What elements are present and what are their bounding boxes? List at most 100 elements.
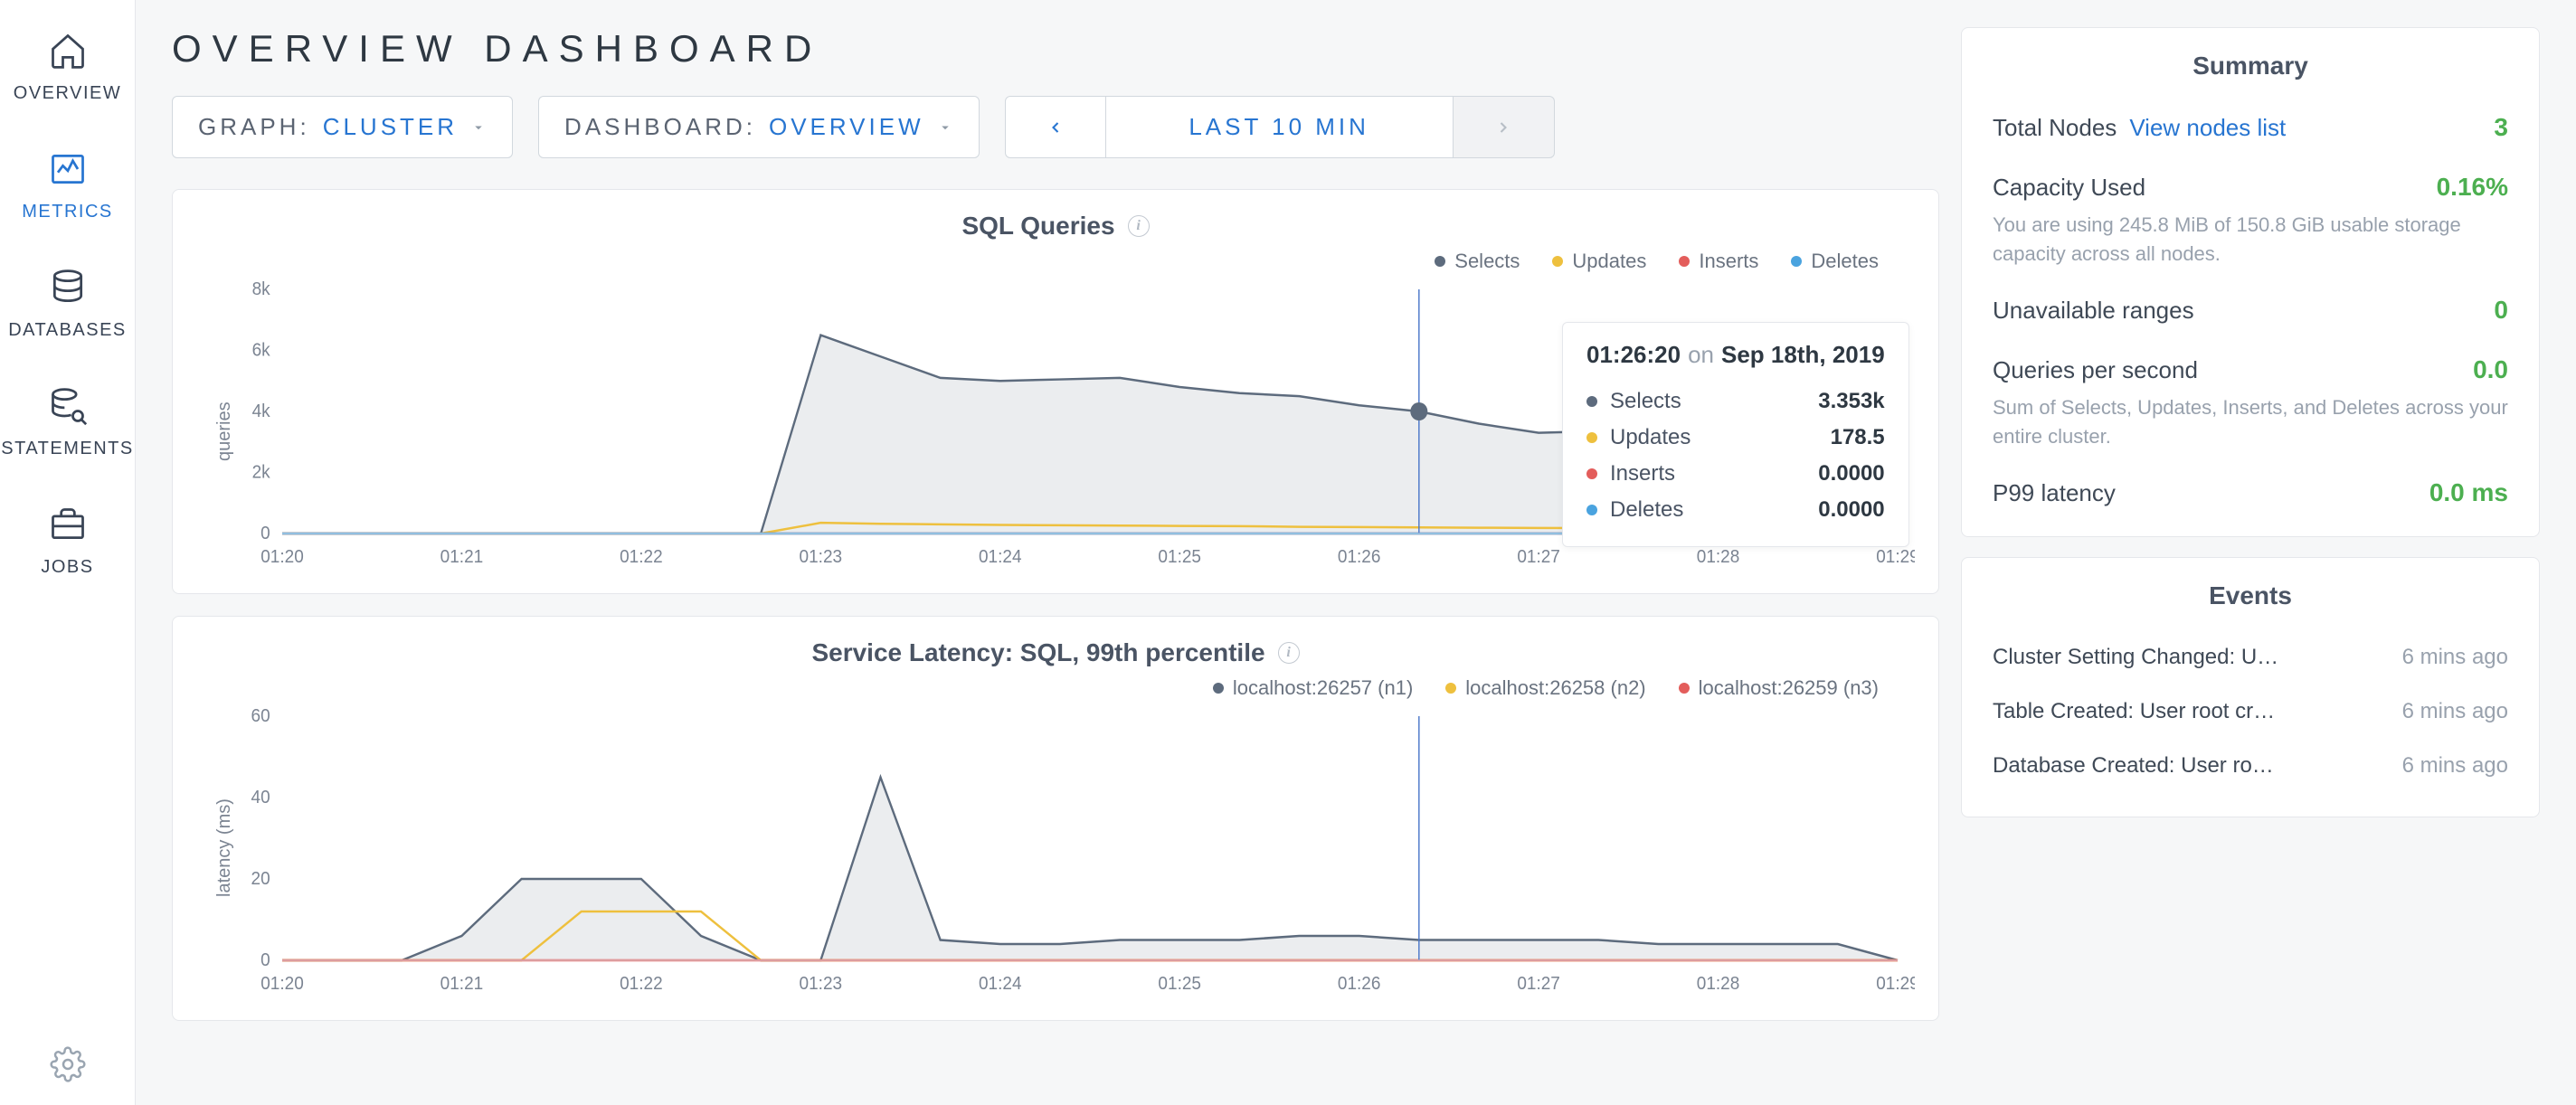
legend-item-updates[interactable]: Updates (1552, 250, 1646, 273)
summary-title: Summary (1993, 52, 2508, 80)
chevron-down-icon (470, 119, 487, 136)
svg-text:40: 40 (251, 788, 270, 808)
tooltip-on: on (1688, 341, 1714, 369)
events-card: Events Cluster Setting Changed: U… 6 min… (1961, 557, 2540, 817)
time-next-button (1454, 96, 1555, 158)
tooltip-time: 01:26:20 (1586, 341, 1681, 369)
chart2-area[interactable]: latency (ms) 020406001:2001:2101:2201:23… (196, 707, 1915, 1002)
total-nodes-value: 3 (2494, 113, 2508, 142)
chart-title: SQL Queries i (196, 212, 1915, 241)
statements-icon (48, 386, 88, 426)
chart1-legend: Selects Updates Inserts Deletes (196, 250, 1915, 273)
svg-text:01:28: 01:28 (1697, 547, 1740, 568)
svg-text:01:24: 01:24 (979, 974, 1022, 995)
svg-text:01:26: 01:26 (1338, 547, 1381, 568)
legend-item-deletes[interactable]: Deletes (1791, 250, 1879, 273)
graph-value: CLUSTER (323, 113, 458, 141)
legend-item-inserts[interactable]: Inserts (1679, 250, 1758, 273)
svg-text:0: 0 (260, 950, 270, 971)
summary-card: Summary Total Nodes View nodes list 3 Ca… (1961, 27, 2540, 537)
tooltip-date: Sep 18th, 2019 (1721, 341, 1885, 369)
sidebar-item-statements[interactable]: STATEMENTS (0, 364, 135, 483)
chevron-left-icon (1046, 118, 1065, 137)
database-icon (48, 268, 88, 307)
event-row[interactable]: Cluster Setting Changed: U… 6 mins ago (1993, 630, 2508, 685)
event-row[interactable]: Table Created: User root cr… 6 mins ago (1993, 685, 2508, 739)
sidebar-label: DATABASES (8, 320, 127, 341)
capacity-value: 0.16% (2437, 173, 2508, 202)
p99-label: P99 latency (1993, 479, 2116, 507)
svg-text:01:29: 01:29 (1876, 974, 1915, 995)
svg-text:4k: 4k (252, 401, 270, 422)
legend-item-n2[interactable]: localhost:26258 (n2) (1445, 676, 1645, 700)
svg-text:0: 0 (260, 524, 270, 544)
info-icon[interactable]: i (1278, 642, 1300, 664)
svg-text:01:23: 01:23 (800, 547, 843, 568)
chart-title-text: Service Latency: SQL, 99th percentile (811, 638, 1264, 667)
view-nodes-link[interactable]: View nodes list (2129, 114, 2286, 142)
svg-text:01:25: 01:25 (1158, 547, 1201, 568)
svg-text:20: 20 (251, 869, 270, 890)
svg-text:01:28: 01:28 (1697, 974, 1740, 995)
svg-text:01:27: 01:27 (1517, 547, 1560, 568)
sidebar-label: STATEMENTS (1, 439, 133, 459)
graph-dropdown[interactable]: GRAPH: CLUSTER (172, 96, 513, 158)
sidebar-label: METRICS (22, 202, 113, 222)
sidebar-item-jobs[interactable]: JOBS (0, 483, 135, 601)
qps-sub: Sum of Selects, Updates, Inserts, and De… (1993, 393, 2508, 451)
qps-label: Queries per second (1993, 356, 2198, 384)
capacity-sub: You are using 245.8 MiB of 150.8 GiB usa… (1993, 211, 2508, 269)
gear-icon[interactable] (50, 1046, 86, 1082)
page-title: OVERVIEW DASHBOARD (172, 27, 1939, 71)
latency-panel: Service Latency: SQL, 99th percentile i … (172, 616, 1939, 1021)
svg-text:01:24: 01:24 (979, 547, 1022, 568)
legend-item-n3[interactable]: localhost:26259 (n3) (1679, 676, 1879, 700)
legend-item-n1[interactable]: localhost:26257 (n1) (1213, 676, 1413, 700)
chart-tooltip: 01:26:20 on Sep 18th, 2019 Selects3.353k… (1562, 322, 1909, 547)
svg-text:01:20: 01:20 (260, 974, 304, 995)
dashboard-prefix: DASHBOARD: (564, 113, 756, 141)
tooltip-row: Updates178.5 (1586, 420, 1885, 456)
svg-text:01:21: 01:21 (440, 974, 484, 995)
svg-text:01:26: 01:26 (1338, 974, 1381, 995)
tooltip-row: Selects3.353k (1586, 383, 1885, 420)
time-range-button[interactable]: LAST 10 MIN (1106, 96, 1454, 158)
jobs-icon (48, 505, 88, 544)
p99-value: 0.0 ms (2429, 478, 2508, 507)
chevron-right-icon (1494, 118, 1512, 137)
home-icon (48, 31, 88, 71)
time-prev-button[interactable] (1005, 96, 1106, 158)
chart1-area[interactable]: queries 02k4k6k8k01:2001:2101:2201:2301:… (196, 280, 1915, 575)
dashboard-value: OVERVIEW (769, 113, 924, 141)
unavail-label: Unavailable ranges (1993, 297, 2194, 325)
total-nodes-label: Total Nodes (1993, 114, 2117, 142)
chart2-legend: localhost:26257 (n1) localhost:26258 (n2… (196, 676, 1915, 700)
sidebar-item-metrics[interactable]: METRICS (0, 128, 135, 246)
svg-text:01:23: 01:23 (800, 974, 843, 995)
chevron-down-icon (937, 119, 953, 136)
capacity-label: Capacity Used (1993, 174, 2145, 202)
info-icon[interactable]: i (1128, 215, 1150, 237)
unavail-value: 0 (2494, 296, 2508, 325)
sidebar-label: OVERVIEW (14, 83, 121, 104)
svg-text:8k: 8k (252, 280, 270, 299)
sql-queries-panel: SQL Queries i Selects Updates Inserts De… (172, 189, 1939, 594)
svg-text:01:27: 01:27 (1517, 974, 1560, 995)
legend-item-selects[interactable]: Selects (1435, 250, 1520, 273)
sidebar-item-overview[interactable]: OVERVIEW (0, 9, 135, 128)
qps-value: 0.0 (2473, 355, 2508, 384)
svg-text:01:22: 01:22 (620, 547, 663, 568)
svg-text:60: 60 (251, 707, 270, 726)
metrics-icon (48, 149, 88, 189)
chart-title-text: SQL Queries (961, 212, 1114, 241)
svg-text:6k: 6k (252, 340, 270, 361)
events-title: Events (1993, 581, 2508, 610)
sidebar-bottom (50, 1046, 86, 1105)
svg-text:01:29: 01:29 (1876, 547, 1915, 568)
sidebar: OVERVIEW METRICS DATABASES STATEMENTS JO… (0, 0, 136, 1105)
toolbar: GRAPH: CLUSTER DASHBOARD: OVERVIEW LAST … (172, 96, 1939, 158)
chart-title: Service Latency: SQL, 99th percentile i (196, 638, 1915, 667)
sidebar-item-databases[interactable]: DATABASES (0, 246, 135, 364)
event-row[interactable]: Database Created: User ro… 6 mins ago (1993, 739, 2508, 793)
dashboard-dropdown[interactable]: DASHBOARD: OVERVIEW (538, 96, 980, 158)
